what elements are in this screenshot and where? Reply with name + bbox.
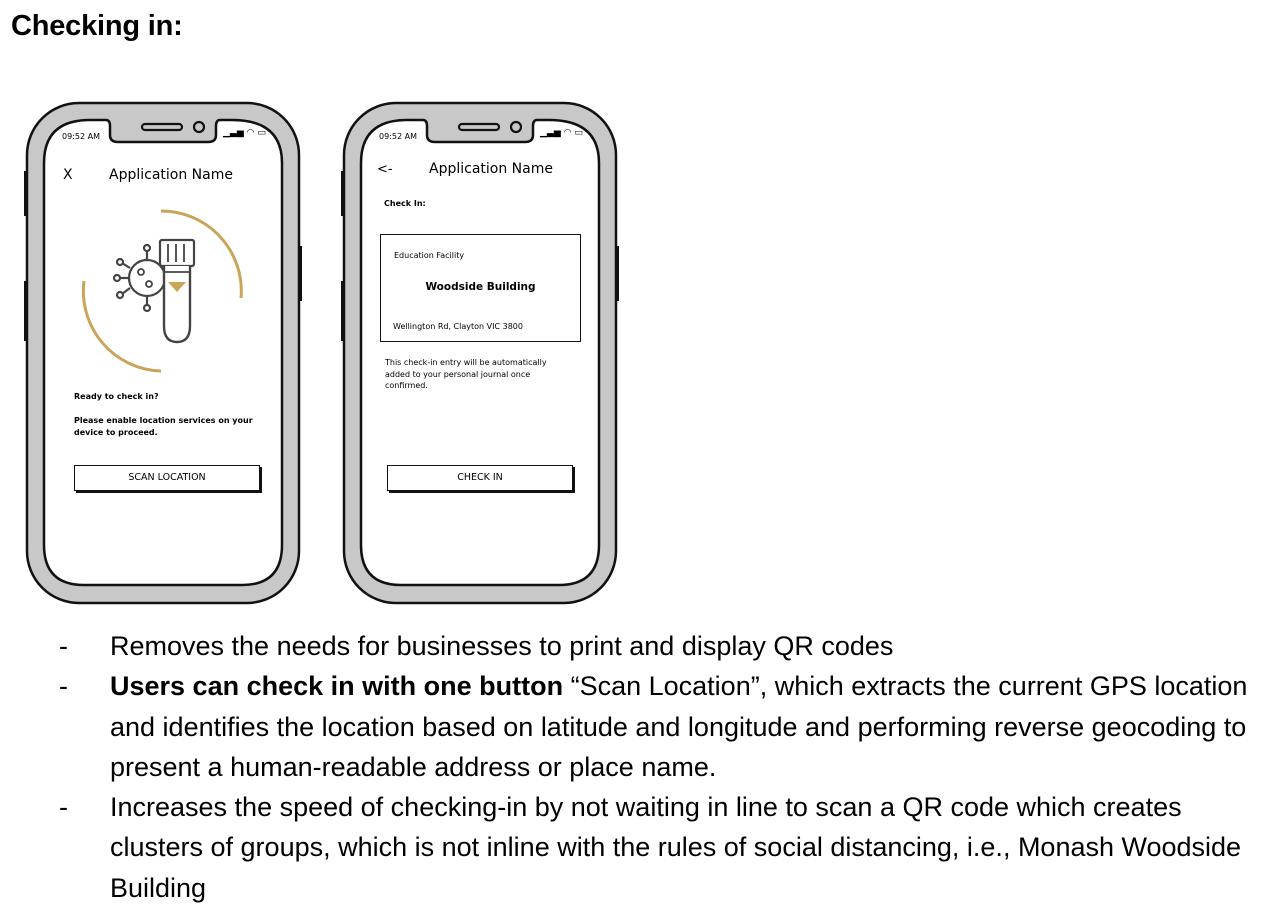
bullet-text: Removes the needs for businesses to prin… <box>110 631 894 661</box>
check-in-section-label: Check In: <box>384 199 426 208</box>
bullet-dash: - <box>59 792 68 823</box>
location-address: Wellington Rd, Clayton VIC 3800 <box>393 322 523 331</box>
close-icon[interactable]: X <box>63 167 73 183</box>
location-category: Education Facility <box>394 251 465 260</box>
wifi-icon: ◠ <box>563 128 572 138</box>
battery-icon: ▭ <box>574 128 583 138</box>
location-card: Education Facility Woodside Building Wel… <box>380 234 581 342</box>
app-title: Application Name <box>109 167 233 183</box>
status-icons: ▁▃▅ ◠ ▭ <box>223 128 266 138</box>
signal-icon: ▁▃▅ <box>540 128 561 138</box>
bullet-item: - Removes the needs for businesses to pr… <box>55 626 1255 666</box>
feature-bullet-list: - Removes the needs for businesses to pr… <box>55 626 1255 908</box>
status-icons: ▁▃▅ ◠ ▭ <box>540 128 583 138</box>
prompt-body: Please enable location services on your … <box>74 416 253 437</box>
bullet-text: Increases the speed of checking-in by no… <box>110 792 1242 903</box>
battery-icon: ▭ <box>257 128 266 138</box>
scan-location-button[interactable]: SCAN LOCATION <box>74 465 260 491</box>
phone-mockup-scan: 09:52 AM ▁▃▅ ◠ ▭ X Application Name Read… <box>24 101 302 606</box>
status-time: 09:52 AM <box>379 132 417 141</box>
signal-icon: ▁▃▅ <box>223 128 244 138</box>
virus-test-tube-icon <box>81 209 243 373</box>
app-title: Application Name <box>429 161 553 177</box>
prompt-title: Ready to check in? <box>74 392 159 401</box>
bullet-dash: - <box>59 631 68 661</box>
bullet-item: - Users can check in with one button “Sc… <box>55 666 1255 787</box>
bullet-item: - Increases the speed of checking-in by … <box>55 787 1255 908</box>
phone-mockup-checkin: 09:52 AM ▁▃▅ ◠ ▭ <- Application Name Che… <box>341 101 619 606</box>
bullet-dash: - <box>59 671 68 702</box>
check-in-button[interactable]: CHECK IN <box>387 465 573 491</box>
status-time: 09:52 AM <box>62 132 100 141</box>
check-in-note: This check-in entry will be automaticall… <box>385 358 547 390</box>
location-name: Woodside Building <box>425 281 536 293</box>
wifi-icon: ◠ <box>246 128 255 138</box>
bullet-bold-text: Users can check in with one button <box>110 671 564 702</box>
page-heading: Checking in: <box>11 10 183 42</box>
back-arrow-icon[interactable]: <- <box>377 162 393 177</box>
